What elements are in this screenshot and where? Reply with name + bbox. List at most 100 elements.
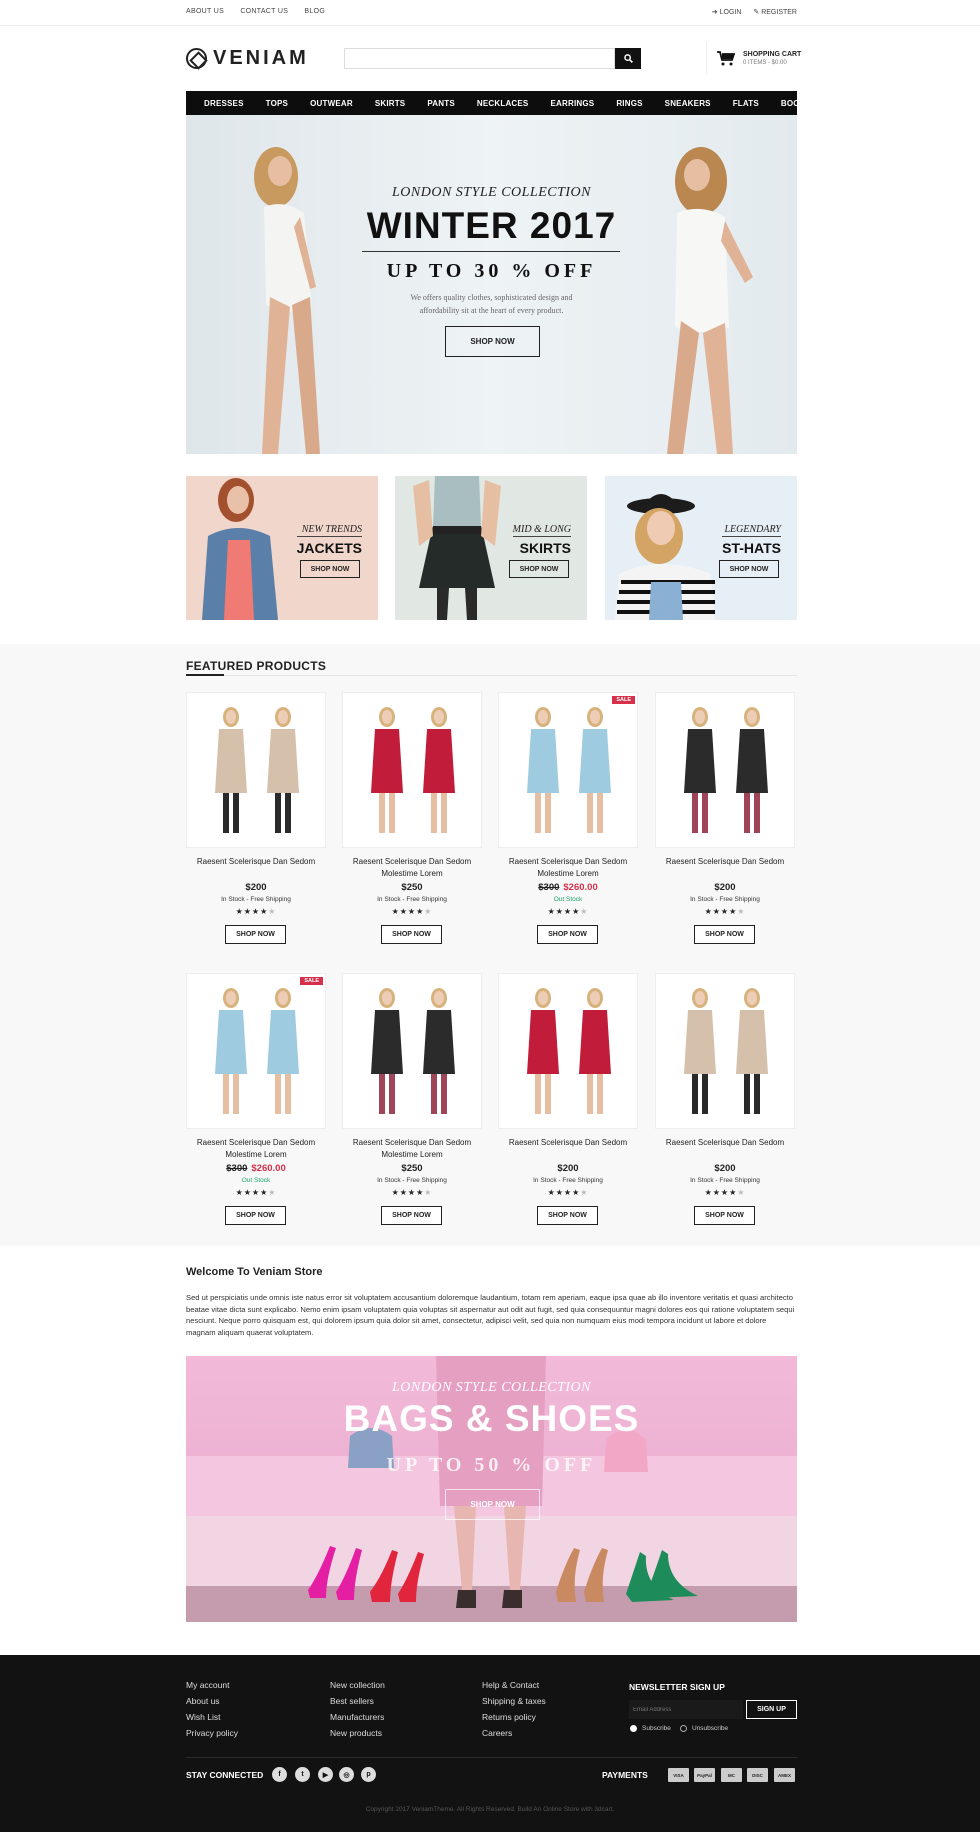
newsletter-signup-button[interactable]: SIGN UP (746, 1700, 797, 1719)
about-us-link[interactable]: ABOUT US (186, 8, 224, 15)
subscribe-radio[interactable]: Subscribe (630, 1725, 671, 1732)
featured-section (0, 644, 980, 1246)
product-stock: In Stock - Free Shipping (690, 1177, 760, 1184)
site-logo[interactable]: VENIAM (186, 46, 309, 70)
promo-hats-button[interactable]: SHOP NOW (719, 560, 779, 578)
shopping-cart[interactable]: SHOPPING CART 0 ITEMS - $0.00 (706, 42, 801, 74)
promo-skirts-button[interactable]: SHOP NOW (509, 560, 569, 578)
youtube-icon[interactable]: ▶ (318, 1767, 333, 1782)
product-name[interactable]: Raesent Scelerisque Dan Sedom Molestime … (342, 1137, 482, 1161)
product-card[interactable]: Raesent Scelerisque Dan Sedom Molestime … (342, 973, 482, 1225)
facebook-icon[interactable]: f (272, 1767, 287, 1782)
unsubscribe-radio[interactable]: Unsubscribe (680, 1725, 728, 1732)
sale-badge: SALE (300, 977, 323, 985)
product-image[interactable] (655, 692, 795, 848)
footer-link-wish-list[interactable]: Wish List (186, 1712, 238, 1722)
promo-hats[interactable]: LEGENDARY ST-HATS SHOP NOW (605, 476, 797, 620)
product-name[interactable]: Raesent Scelerisque Dan Sedom (655, 1137, 795, 1149)
footer-link-help-contact[interactable]: Help & Contact (482, 1680, 546, 1690)
product-card[interactable]: Raesent Scelerisque Dan Sedom $200 In St… (655, 973, 795, 1225)
logo-icon (186, 47, 207, 69)
contact-us-link[interactable]: CONTACT US (240, 8, 288, 15)
promo-hats-title: ST-HATS (722, 540, 781, 556)
search-button[interactable] (615, 48, 641, 69)
nav-item-rings[interactable]: RINGS (616, 99, 642, 108)
footer-link-manufacturers[interactable]: Manufacturers (330, 1712, 385, 1722)
search-icon (623, 54, 633, 63)
search-input[interactable] (344, 48, 615, 69)
twitter-icon[interactable]: t (295, 1767, 310, 1782)
product-price: $250 (401, 1163, 423, 1174)
product-name[interactable]: Raesent Scelerisque Dan Sedom (498, 1137, 638, 1149)
product-shop-now-button[interactable]: SHOP NOW (381, 925, 442, 944)
footer-link-privacy[interactable]: Privacy policy (186, 1728, 238, 1738)
blog-link[interactable]: BLOG (304, 8, 325, 15)
product-image[interactable] (498, 973, 638, 1129)
product-photo (371, 707, 455, 833)
promo-hats-image (615, 494, 715, 620)
nav-item-skirts[interactable]: SKIRTS (375, 99, 406, 108)
product-shop-now-button[interactable]: SHOP NOW (381, 1206, 442, 1225)
product-image[interactable]: SALE (186, 973, 326, 1129)
product-name[interactable]: Raesent Scelerisque Dan Sedom Molestime … (342, 856, 482, 880)
product-image[interactable] (342, 973, 482, 1129)
product-name[interactable]: Raesent Scelerisque Dan Sedom (655, 856, 795, 868)
product-stock: In Stock - Free Shipping (377, 896, 447, 903)
product-shop-now-button[interactable]: SHOP NOW (225, 925, 286, 944)
product-photo (527, 707, 611, 833)
login-link[interactable]: ➜ LOGIN (712, 9, 742, 16)
product-image[interactable] (342, 692, 482, 848)
hero-shop-now-button[interactable]: SHOP NOW (445, 326, 540, 357)
nav-item-pants[interactable]: PANTS (427, 99, 455, 108)
product-old-price: $300 (226, 1163, 248, 1174)
nav-item-sneakers[interactable]: SNEAKERS (665, 99, 711, 108)
footer-link-best-sellers[interactable]: Best sellers (330, 1696, 385, 1706)
footer-link-shipping[interactable]: Shipping & taxes (482, 1696, 546, 1706)
product-rating: ★★★★★ (655, 1188, 795, 1197)
product-name[interactable]: Raesent Scelerisque Dan Sedom Molestime … (186, 1137, 326, 1161)
promo-jackets[interactable]: NEW TRENDS JACKETS SHOP NOW (186, 476, 378, 620)
nav-item-outwear[interactable]: OUTWEAR (310, 99, 353, 108)
visa-icon: VISA (668, 1768, 689, 1782)
nav-item-flats[interactable]: FLATS (733, 99, 759, 108)
product-shop-now-button[interactable]: SHOP NOW (537, 925, 598, 944)
footer-link-new-collection[interactable]: New collection (330, 1680, 385, 1690)
register-link[interactable]: ✎ REGISTER (753, 9, 797, 16)
product-shop-now-button[interactable]: SHOP NOW (694, 925, 755, 944)
instagram-icon[interactable]: ◎ (339, 1767, 354, 1782)
hero-divider (362, 251, 620, 252)
product-card[interactable]: Raesent Scelerisque Dan Sedom $200 In St… (186, 692, 326, 944)
product-shop-now-button[interactable]: SHOP NOW (694, 1206, 755, 1225)
promo-skirts[interactable]: MID & LONG SKIRTS SHOP NOW (395, 476, 587, 620)
product-card[interactable]: Raesent Scelerisque Dan Sedom $200 In St… (655, 692, 795, 944)
footer-link-new-products[interactable]: New products (330, 1728, 385, 1738)
footer-link-my-account[interactable]: My account (186, 1680, 238, 1690)
nav-item-dresses[interactable]: DRESSES (204, 99, 244, 108)
pinterest-icon[interactable]: p (361, 1767, 376, 1782)
product-card[interactable]: SALE Raesent Scelerisque Dan Sedom Moles… (186, 973, 326, 1225)
product-name[interactable]: Raesent Scelerisque Dan Sedom (186, 856, 326, 868)
product-card[interactable]: Raesent Scelerisque Dan Sedom Molestime … (342, 692, 482, 944)
nav-item-earrings[interactable]: EARRINGS (550, 99, 594, 108)
product-card[interactable]: SALE Raesent Scelerisque Dan Sedom Moles… (498, 692, 638, 944)
product-photo (215, 988, 299, 1114)
product-image[interactable] (186, 692, 326, 848)
product-shop-now-button[interactable]: SHOP NOW (225, 1206, 286, 1225)
product-card[interactable]: Raesent Scelerisque Dan Sedom $200 In St… (498, 973, 638, 1225)
star-filled-icon: ★★★★ (704, 1188, 738, 1197)
promo-jackets-button[interactable]: SHOP NOW (300, 560, 360, 578)
banner2-shop-now-button[interactable]: SHOP NOW (445, 1489, 540, 1520)
nav-item-necklaces[interactable]: NECKLACES (477, 99, 529, 108)
nav-item-tops[interactable]: TOPS (266, 99, 288, 108)
footer-link-careers[interactable]: Careers (482, 1728, 546, 1738)
product-name[interactable]: Raesent Scelerisque Dan Sedom Molestime … (498, 856, 638, 880)
product-image[interactable] (655, 973, 795, 1129)
newsletter-email-input[interactable] (629, 1700, 743, 1719)
product-image[interactable]: SALE (498, 692, 638, 848)
product-shop-now-button[interactable]: SHOP NOW (537, 1206, 598, 1225)
newsletter-title: NEWSLETTER SIGN UP (629, 1682, 725, 1692)
mastercard-icon: MC (721, 1768, 742, 1782)
nav-item-boots[interactable]: BOOTS (781, 99, 810, 108)
footer-link-returns[interactable]: Returns policy (482, 1712, 546, 1722)
footer-link-about-us[interactable]: About us (186, 1696, 238, 1706)
